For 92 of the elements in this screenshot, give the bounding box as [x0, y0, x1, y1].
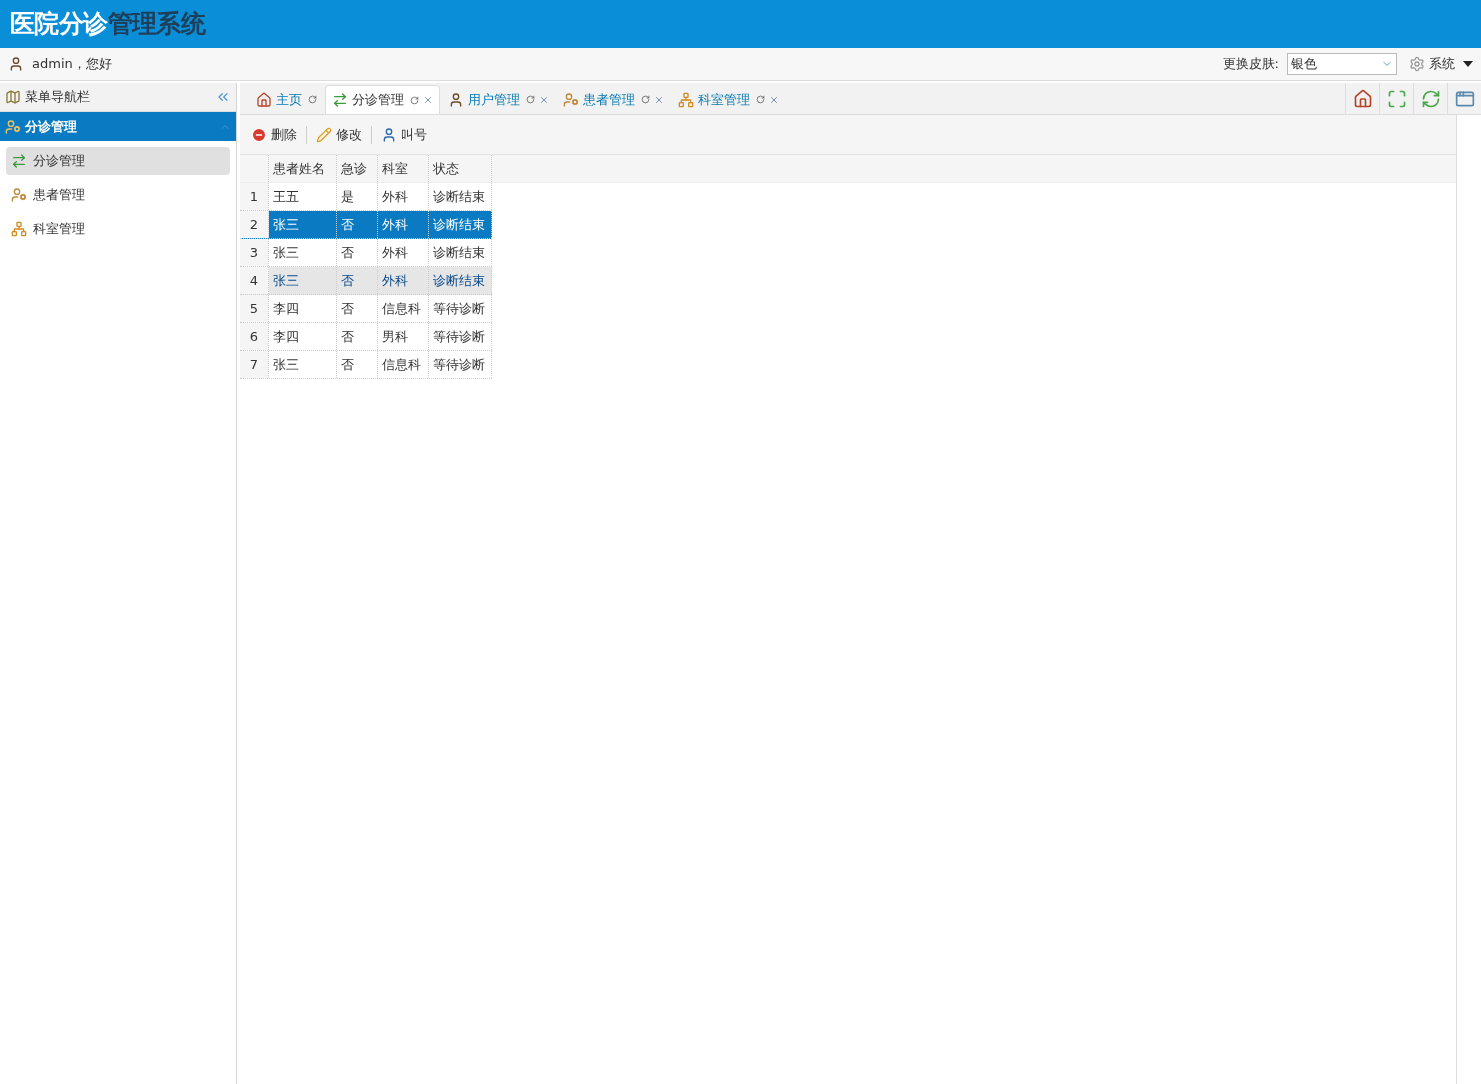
hierarchy-icon: [11, 221, 27, 237]
table-cell: 外科: [378, 239, 429, 266]
table-cell: 外科: [378, 211, 429, 238]
tab[interactable]: 用户管理: [442, 85, 555, 114]
table-cell: 张三: [269, 267, 337, 294]
user-gear-icon: [5, 118, 21, 135]
arrows-icon: [11, 153, 27, 169]
table-cell: 外科: [378, 267, 429, 294]
table-cell: 张三: [269, 351, 337, 378]
table-cell: 信息科: [378, 295, 429, 322]
pencil-icon: [316, 126, 332, 143]
row-number: 4: [240, 267, 269, 294]
table-cell: 王五: [269, 183, 337, 210]
house-icon: [256, 91, 272, 108]
fullscreen-icon: [1386, 88, 1407, 109]
greeting-text: admin，您好: [32, 55, 112, 74]
menu-item[interactable]: 患者管理: [6, 181, 230, 209]
table-row[interactable]: 5 李四 否 信息科 等待诊断: [240, 295, 492, 323]
toolbar-button[interactable]: 删除: [248, 124, 300, 145]
column-header[interactable]: 科室: [378, 155, 429, 182]
toolbar-button[interactable]: 修改: [313, 124, 365, 145]
column-header[interactable]: 患者姓名: [269, 155, 337, 182]
table-cell: 李四: [269, 323, 337, 350]
user-icon: [448, 91, 464, 108]
refresh-icon: [1420, 88, 1441, 109]
toolbar-button[interactable]: 叫号: [378, 124, 430, 145]
table-cell: 张三: [269, 239, 337, 266]
table-row[interactable]: 2 张三 否 外科 诊断结束: [240, 211, 492, 239]
table-cell: 李四: [269, 295, 337, 322]
table-cell: 否: [337, 323, 378, 350]
table-cell: 否: [337, 295, 378, 322]
table-cell: 等待诊断: [429, 323, 492, 350]
arrows-icon: [332, 92, 348, 108]
column-header[interactable]: 急诊: [337, 155, 378, 182]
refresh-icon[interactable]: [756, 95, 765, 104]
refresh-icon[interactable]: [410, 95, 419, 105]
table-row[interactable]: 1 王五 是 外科 诊断结束: [240, 183, 492, 211]
row-number: 1: [240, 183, 269, 210]
table-row[interactable]: 6 李四 否 男科 等待诊断: [240, 323, 492, 351]
user-icon: [8, 56, 24, 72]
table-cell: 等待诊断: [429, 295, 492, 322]
map-icon: [5, 89, 21, 105]
table-cell: 信息科: [378, 351, 429, 378]
table-cell: 男科: [378, 323, 429, 350]
house-icon: [1352, 88, 1373, 109]
minus-circle-icon: [251, 126, 267, 143]
row-number: 7: [240, 351, 269, 378]
table-cell: 诊断结束: [429, 183, 492, 210]
table-cell: 诊断结束: [429, 239, 492, 266]
table-row[interactable]: 4 张三 否 外科 诊断结束: [240, 267, 492, 295]
user-gear-icon: [563, 91, 579, 108]
caret-icon: [1463, 61, 1473, 67]
table-cell: 等待诊断: [429, 351, 492, 378]
tab[interactable]: 分诊管理: [325, 85, 440, 114]
user-gear-icon: [11, 187, 27, 203]
table-cell: 诊断结束: [429, 211, 492, 238]
tab[interactable]: 主页: [250, 85, 323, 114]
menu-item[interactable]: 分诊管理: [6, 147, 230, 175]
column-header[interactable]: 状态: [429, 155, 492, 182]
table-cell: 否: [337, 211, 378, 238]
system-menu[interactable]: 系统: [1409, 54, 1473, 74]
app-title: 医院分诊管理系统: [10, 8, 205, 41]
menu-item[interactable]: 科室管理: [6, 215, 230, 243]
table-cell: 是: [337, 183, 378, 210]
refresh-icon[interactable]: [641, 95, 650, 104]
close-icon[interactable]: [769, 94, 779, 105]
table-cell: 否: [337, 239, 378, 266]
table-cell: 外科: [378, 183, 429, 210]
row-number: 6: [240, 323, 269, 350]
close-icon[interactable]: [654, 94, 664, 105]
table-cell: 张三: [269, 211, 337, 238]
menu-group-header[interactable]: 分诊管理: [0, 112, 236, 141]
table-row[interactable]: 7 张三 否 信息科 等待诊断: [240, 351, 492, 379]
table-cell: 否: [337, 351, 378, 378]
row-number: 2: [240, 211, 269, 238]
row-number: 3: [240, 239, 269, 266]
sidebar-title: 菜单导航栏: [25, 88, 90, 107]
tab[interactable]: 患者管理: [557, 85, 670, 114]
table-cell: 否: [337, 267, 378, 294]
hierarchy-icon: [678, 91, 694, 108]
refresh-icon[interactable]: [308, 95, 317, 104]
gear-icon: [1409, 56, 1425, 72]
row-number: 5: [240, 295, 269, 322]
close-icon[interactable]: [423, 95, 433, 105]
table-cell: 诊断结束: [429, 267, 492, 294]
skin-label: 更换皮肤:: [1222, 55, 1279, 74]
tab[interactable]: 科室管理: [672, 85, 785, 114]
refresh-icon[interactable]: [526, 95, 535, 104]
user-icon: [381, 126, 397, 143]
table-row[interactable]: 3 张三 否 外科 诊断结束: [240, 239, 492, 267]
skin-select[interactable]: 银色: [1287, 53, 1397, 75]
close-icon[interactable]: [539, 94, 549, 105]
